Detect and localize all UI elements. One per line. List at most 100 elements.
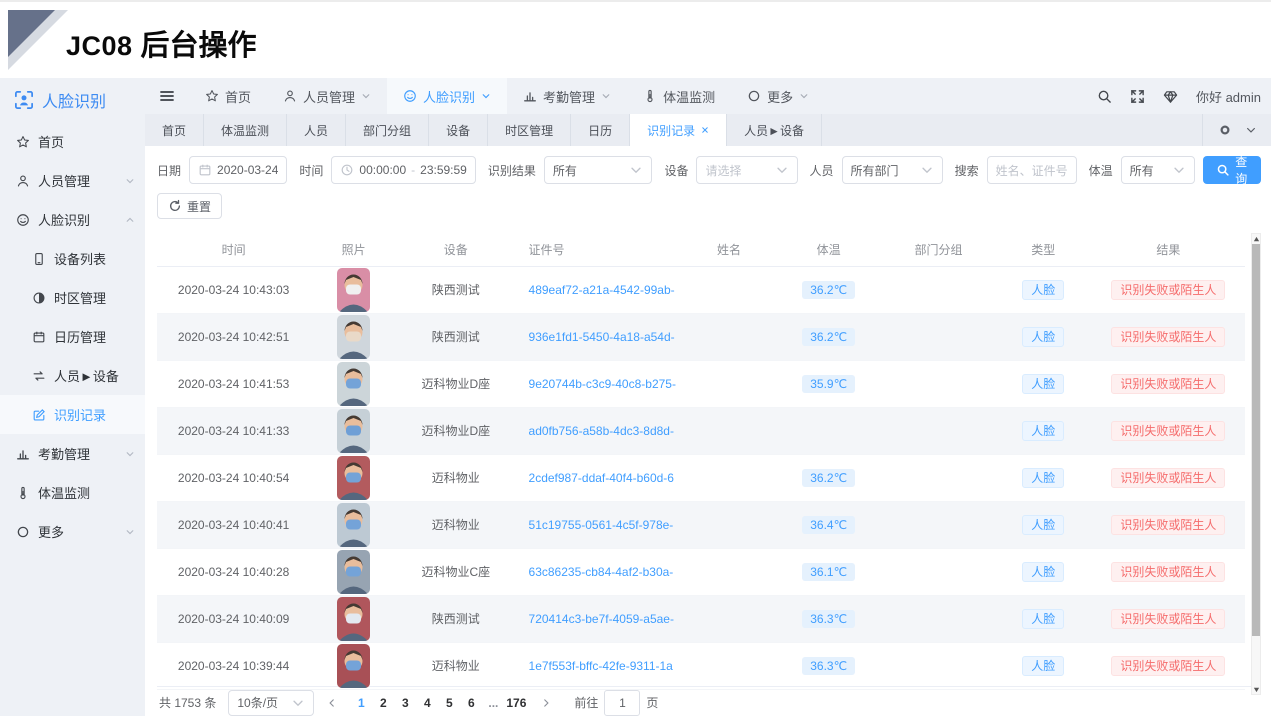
cert-link[interactable]: 489eaf72-a21a-4542-99ab- <box>529 283 675 297</box>
sidebar-item-5[interactable]: 时区管理 <box>0 278 145 317</box>
cert-link[interactable]: 9e20744b-c3c9-40c8-b275- <box>529 377 676 391</box>
cert-link[interactable]: 720414c3-be7f-4059-a5ae- <box>529 612 674 626</box>
nav-item-6[interactable]: 更多 <box>731 78 825 114</box>
cell-name <box>683 266 775 313</box>
search-input-box[interactable]: 姓名、证件号 <box>987 156 1077 184</box>
cell-type: 人脸 <box>995 266 1092 313</box>
device-select[interactable]: 请选择 <box>696 156 797 184</box>
sidebar: 人脸识别 首页人员管理人脸识别设备列表时区管理日历管理人员►设备识别记录考勤管理… <box>0 78 145 716</box>
page-number-4[interactable]: 4 <box>416 696 438 710</box>
sidebar-menu: 首页人员管理人脸识别设备列表时区管理日历管理人员►设备识别记录考勤管理体温监测更… <box>0 122 145 551</box>
cell-photo[interactable] <box>310 454 397 501</box>
person-select[interactable]: 所有部门 <box>842 156 943 184</box>
cell-photo[interactable] <box>310 501 397 548</box>
search-icon[interactable] <box>1097 89 1112 104</box>
next-page-icon[interactable] <box>534 698 558 708</box>
sidebar-item-1[interactable]: 首页 <box>0 122 145 161</box>
cert-link[interactable]: 936e1fd1-5450-4a18-a54d- <box>529 330 675 344</box>
page-number-6[interactable]: 6 <box>460 696 482 710</box>
sidebar-item-8[interactable]: 识别记录 <box>0 395 145 434</box>
date-picker[interactable]: 2020-03-24 <box>189 156 287 184</box>
cell-type: 人脸 <box>995 501 1092 548</box>
page-number-5[interactable]: 5 <box>438 696 460 710</box>
reset-button[interactable]: 重置 <box>157 193 222 219</box>
calendar-icon <box>198 163 212 177</box>
page-size-select[interactable]: 10条/页 <box>228 690 314 716</box>
cert-link[interactable]: ad0fb756-a58b-4dc3-8d8d- <box>529 424 674 438</box>
sidebar-item-3[interactable]: 人脸识别 <box>0 200 145 239</box>
tab-close-icon[interactable] <box>701 126 709 134</box>
vertical-scrollbar[interactable] <box>1251 233 1261 695</box>
cell-name <box>683 360 775 407</box>
cell-photo[interactable] <box>310 595 397 642</box>
cell-name <box>683 454 775 501</box>
nav-item-1[interactable]: 首页 <box>189 78 267 114</box>
scroll-up-icon[interactable] <box>1252 235 1260 243</box>
page-number-176[interactable]: 176 <box>504 696 528 710</box>
temp-filter-label: 体温 <box>1089 162 1113 179</box>
time-range-picker[interactable]: 00:00:00 - 23:59:59 <box>331 156 475 184</box>
theme-gem-icon[interactable] <box>1163 89 1178 104</box>
tab-1[interactable]: 首页 <box>145 114 204 146</box>
sidebar-item-11[interactable]: 更多 <box>0 512 145 551</box>
tab-4[interactable]: 部门分组 <box>346 114 429 146</box>
cert-link[interactable]: 51c19755-0561-4c5f-978e- <box>529 518 674 532</box>
sidebar-item-4[interactable]: 设备列表 <box>0 239 145 278</box>
tab-label: 日历 <box>588 122 612 139</box>
tab-5[interactable]: 设备 <box>429 114 488 146</box>
tab-8[interactable]: 识别记录 <box>630 114 727 146</box>
sidebar-item-2[interactable]: 人员管理 <box>0 161 145 200</box>
app-logo-label: 人脸识别 <box>42 88 106 112</box>
face-scan-icon <box>14 90 34 110</box>
cell-photo[interactable] <box>310 266 397 313</box>
goto-page-input[interactable] <box>604 690 640 716</box>
chevron-down-icon <box>601 91 611 101</box>
tab-settings-icon[interactable] <box>1219 124 1231 136</box>
cell-photo[interactable] <box>310 360 397 407</box>
device-select-placeholder: 请选择 <box>705 162 769 179</box>
cell-photo[interactable] <box>310 407 397 454</box>
cert-link[interactable]: 63c86235-cb84-4af2-b30a- <box>529 565 674 579</box>
hamburger-menu-icon[interactable] <box>145 88 189 104</box>
sidebar-item-9[interactable]: 考勤管理 <box>0 434 145 473</box>
table-row-9: 2020-03-24 10:39:44迈科物业1e7f553f-bffc-42f… <box>157 642 1245 689</box>
page-number-1[interactable]: 1 <box>350 696 372 710</box>
tab-list-chevron-down-icon[interactable] <box>1245 124 1257 136</box>
user-greeting[interactable]: 你好 admin <box>1196 87 1261 106</box>
prev-page-icon[interactable] <box>320 698 344 708</box>
fullscreen-icon[interactable] <box>1130 89 1145 104</box>
nav-item-4[interactable]: 考勤管理 <box>507 78 627 114</box>
page-number-2[interactable]: 2 <box>372 696 394 710</box>
sidebar-item-6[interactable]: 日历管理 <box>0 317 145 356</box>
nav-item-2[interactable]: 人员管理 <box>267 78 387 114</box>
cell-time: 2020-03-24 10:41:33 <box>157 407 310 454</box>
app-logo: 人脸识别 <box>0 78 145 122</box>
scrollbar-thumb[interactable] <box>1252 244 1260 636</box>
tab-9[interactable]: 人员►设备 <box>727 114 822 146</box>
query-button[interactable]: 查询 <box>1203 156 1261 184</box>
page-number-3[interactable]: 3 <box>394 696 416 710</box>
cert-link[interactable]: 2cdef987-ddaf-40f4-b60d-6 <box>529 471 674 485</box>
column-header-1: 时间 <box>157 233 310 266</box>
tab-6[interactable]: 时区管理 <box>488 114 571 146</box>
cell-photo[interactable] <box>310 313 397 360</box>
clock-icon <box>340 163 354 177</box>
sidebar-item-10[interactable]: 体温监测 <box>0 473 145 512</box>
cell-device: 迈科物业D座 <box>397 360 514 407</box>
tab-3[interactable]: 人员 <box>287 114 346 146</box>
tab-2[interactable]: 体温监测 <box>204 114 287 146</box>
record-photo <box>337 597 370 641</box>
temperature-select[interactable]: 所有 <box>1121 156 1195 184</box>
result-select[interactable]: 所有 <box>544 156 653 184</box>
edit-icon <box>32 408 46 422</box>
nav-item-3[interactable]: 人脸识别 <box>387 78 507 114</box>
sidebar-item-7[interactable]: 人员►设备 <box>0 356 145 395</box>
tab-7[interactable]: 日历 <box>571 114 630 146</box>
scroll-down-icon[interactable] <box>1252 685 1260 693</box>
nav-item-5[interactable]: 体温监测 <box>627 78 731 114</box>
cell-photo[interactable] <box>310 642 397 689</box>
cert-link[interactable]: 1e7f553f-bffc-42fe-9311-1a <box>529 659 673 673</box>
tab-label: 人员►设备 <box>744 122 804 139</box>
device-filter-label: 设备 <box>664 162 688 179</box>
cell-photo[interactable] <box>310 548 397 595</box>
